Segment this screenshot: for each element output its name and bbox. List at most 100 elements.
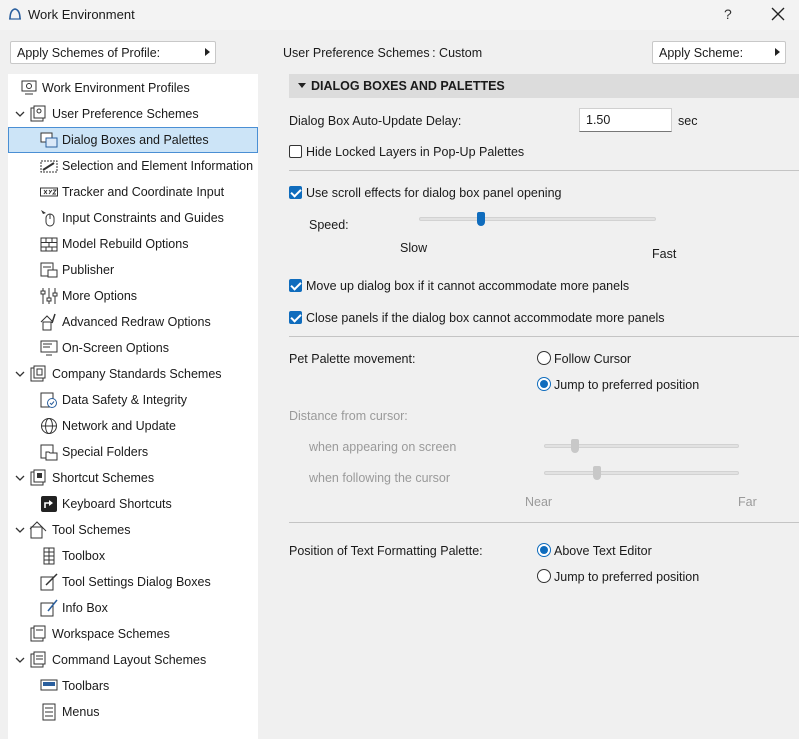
tree-item-label: Data Safety & Integrity [62,393,188,407]
auto-update-delay-field[interactable]: 1.50 [579,108,672,132]
tracker-xyz-icon [40,187,58,197]
app-icon [9,8,21,20]
data-safety-icon [40,392,57,408]
chevron-right-icon [205,48,210,56]
chevron-down-icon[interactable] [15,473,25,483]
tree-item-tool-settings-dialog-boxes[interactable]: Tool Settings Dialog Boxes [8,569,258,595]
company-schemes-icon [30,365,46,382]
tree-item-label: Workspace Schemes [52,627,170,641]
above-text-editor-radio[interactable] [537,543,551,557]
divider [289,336,799,337]
tree-scrollbar[interactable] [258,74,274,739]
tree-item-workspace-schemes[interactable]: Workspace Schemes [8,621,258,647]
publisher-icon [40,262,58,278]
apply-scheme-label: Apply Scheme: [659,46,744,60]
tree-item-info-box[interactable]: Info Box [8,595,258,621]
tree-item-toolbars[interactable]: Toolbars [8,673,258,699]
tree-item-label: Dialog Boxes and Palettes [62,133,209,147]
chevron-down-icon[interactable] [15,525,25,535]
tree-item-more-options[interactable]: More Options [8,283,258,309]
tree-item-user-preference-schemes[interactable]: User Preference Schemes [8,101,258,127]
speed-slider-thumb[interactable] [476,212,485,226]
tree-item-label: Publisher [62,263,115,277]
tree-item-data-safety-integrity[interactable]: Data Safety & Integrity [8,387,258,413]
tree-item-dialog-boxes-and-palettes[interactable]: Dialog Boxes and Palettes [8,127,258,153]
tree-item-label: Special Folders [62,445,149,459]
tree-item-label: Tracker and Coordinate Input [62,185,225,199]
appearing-slider-thumb[interactable] [571,439,580,453]
tree-item-network-and-update[interactable]: Network and Update [8,413,258,439]
following-slider-track[interactable] [544,471,739,475]
tree-item-model-rebuild-options[interactable]: Model Rebuild Options [8,231,258,257]
move-up-label: Move up dialog box if it cannot accommod… [306,279,630,293]
keyboard-shortcut-icon [41,496,57,512]
scroll-effects-checkbox[interactable] [289,186,302,199]
move-up-checkbox[interactable] [289,279,302,292]
tree-item-tool-schemes[interactable]: Tool Schemes [8,517,258,543]
dialog-palettes-icon [40,132,58,148]
info-box-icon [40,599,58,617]
follow-cursor-radio[interactable] [537,351,551,365]
tree-item-toolbox[interactable]: Toolbox [8,543,258,569]
section-header[interactable]: DIALOG BOXES AND PALETTES [289,74,799,98]
tree-item-label: Tool Settings Dialog Boxes [62,575,211,589]
tree-item-shortcut-schemes[interactable]: Shortcut Schemes [8,465,258,491]
redraw-house-icon [40,313,56,331]
text-jump-preferred-radio[interactable] [537,569,551,583]
following-label: when following the cursor [309,471,451,485]
tree-item-label: Info Box [62,601,108,615]
close-panels-label: Close panels if the dialog box cannot ac… [306,311,665,325]
speed-label: Speed: [309,218,349,232]
tree-item-on-screen-options[interactable]: On-Screen Options [8,335,258,361]
chevron-down-icon[interactable] [15,369,25,379]
shortcut-schemes-icon [30,469,46,486]
tree-item-label: More Options [62,289,138,303]
hide-locked-layers-checkbox[interactable] [289,145,302,158]
tree-item-label: Menus [62,705,100,719]
tree-item-selection-and-element-information[interactable]: Selection and Element Information [8,153,258,179]
tree-item-label: User Preference Schemes [52,107,199,121]
tree-item-label: Company Standards Schemes [52,367,222,381]
tree-item-advanced-redraw-options[interactable]: Advanced Redraw Options [8,309,258,335]
tree-item-label: Shortcut Schemes [52,471,155,485]
window-title: Work Environment [28,7,135,22]
help-button[interactable]: ? [724,6,732,22]
far-label: Far [738,495,757,509]
distance-label: Distance from cursor: [289,409,408,423]
divider [289,522,799,523]
chevron-right-icon [775,48,780,56]
apply-profile-dropdown[interactable]: Apply Schemes of Profile: [10,41,216,64]
tree-item-label: Model Rebuild Options [62,237,189,251]
tree-item-label: Work Environment Profiles [42,81,190,95]
tree-item-label: On-Screen Options [62,341,169,355]
hide-locked-layers-label: Hide Locked Layers in Pop-Up Palettes [306,145,525,159]
profiles-icon [21,80,37,95]
tree-item-label: Command Layout Schemes [52,653,207,667]
jump-preferred-label: Jump to preferred position [554,378,700,392]
tree-item-special-folders[interactable]: Special Folders [8,439,258,465]
tree-item-work-environment-profiles[interactable]: Work Environment Profiles [8,75,258,101]
tree-item-menus[interactable]: Menus [8,699,258,725]
close-panels-checkbox[interactable] [289,311,302,324]
scheme-label: User Preference Schemes : Custom [283,46,483,60]
chevron-down-icon[interactable] [15,655,25,665]
pet-palette-label: Pet Palette movement: [289,352,416,366]
tree-item-label: Toolbars [62,679,110,693]
tool-schemes-icon [29,521,47,539]
speed-slow-label: Slow [400,241,428,255]
apply-profile-label: Apply Schemes of Profile: [17,46,161,60]
tree-item-publisher[interactable]: Publisher [8,257,258,283]
apply-scheme-dropdown[interactable]: Apply Scheme: [652,41,786,64]
speed-slider-track[interactable] [419,217,656,221]
tree-item-company-standards-schemes[interactable]: Company Standards Schemes [8,361,258,387]
auto-update-unit: sec [678,114,698,128]
tree-item-command-layout-schemes[interactable]: Command Layout Schemes [8,647,258,673]
following-slider-thumb[interactable] [592,466,601,480]
jump-preferred-radio[interactable] [537,377,551,391]
tree-item-tracker-and-coordinate-input[interactable]: Tracker and Coordinate Input [8,179,258,205]
tree-item-input-constraints-and-guides[interactable]: Input Constraints and Guides [8,205,258,231]
close-icon[interactable] [770,6,786,22]
tree-item-keyboard-shortcuts[interactable]: Keyboard Shortcuts [8,491,258,517]
monitor-icon [40,340,58,356]
chevron-down-icon[interactable] [15,109,25,119]
